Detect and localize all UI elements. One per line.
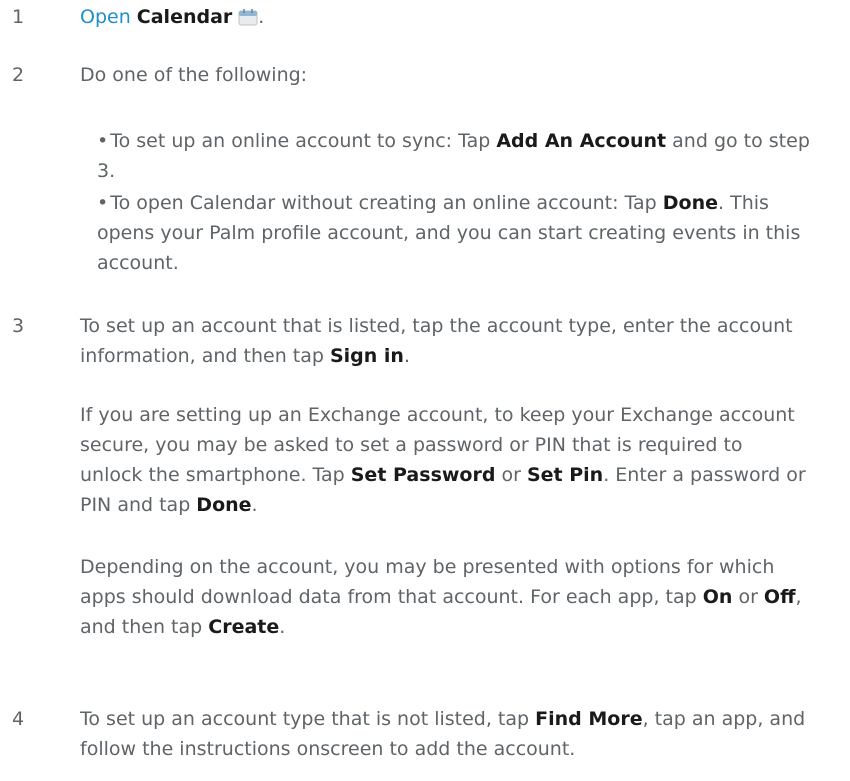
sign-in-label: Sign in — [329, 345, 404, 367]
step-3-p2-or: or — [495, 464, 527, 486]
find-more-label: Find More — [535, 708, 643, 730]
step-3-para-1: To set up an account that is listed, tap… — [80, 311, 810, 371]
step-3-p1-end: . — [403, 345, 411, 367]
step-3-para-3: Depending on the account, you may be pre… — [80, 552, 810, 642]
step-1-text: Open Calendar . — [80, 2, 810, 32]
on-label: On — [702, 586, 733, 608]
step-4-text-start: To set up an account type that is not li… — [80, 708, 536, 730]
step-3-p3-text: Depending on the account, you may be pre… — [80, 556, 775, 608]
step-4-text: To set up an account type that is not li… — [80, 704, 810, 764]
bullet-add-account: • To set up an online account to sync: Ta… — [95, 126, 817, 186]
step-number-1: 1 — [12, 6, 25, 28]
calendar-icon — [238, 5, 258, 26]
done-label: Done — [662, 192, 719, 214]
step-number-4: 4 — [12, 708, 25, 730]
calendar-app-name: Calendar — [136, 6, 233, 28]
step-3-p3-or: or — [732, 586, 764, 608]
off-label: Off — [763, 586, 796, 608]
step-number-3: 3 — [12, 315, 25, 337]
set-password-label: Set Password — [350, 464, 496, 486]
instructions-page: 1 Open Calendar . 2 Do one of the follow… — [0, 0, 850, 781]
step-3-para-2: If you are setting up an Exchange accoun… — [80, 400, 810, 520]
done-label-2: Done — [196, 494, 252, 516]
open-link[interactable]: Open — [80, 6, 131, 28]
bullet-2-text: To open Calendar without creating an onl… — [110, 192, 663, 214]
step-3-p1-text: To set up an account that is listed, tap… — [80, 315, 793, 367]
bullet-1-text: To set up an online account to sync: Tap — [110, 130, 497, 152]
step-2-intro: Do one of the following: — [80, 64, 308, 86]
step-number-2: 2 — [12, 64, 25, 86]
set-pin-label: Set Pin — [526, 464, 604, 486]
bullet-done: • To open Calendar without creating an on… — [95, 188, 817, 278]
bullet-dot: • — [97, 192, 109, 214]
create-label: Create — [208, 616, 280, 638]
step-3-p2-end: . — [251, 494, 258, 516]
add-an-account-label: Add An Account — [496, 130, 667, 152]
bullet-dot: • — [97, 130, 109, 152]
step-3-p3-end: . — [279, 616, 286, 638]
step-1-period: . — [258, 6, 265, 28]
